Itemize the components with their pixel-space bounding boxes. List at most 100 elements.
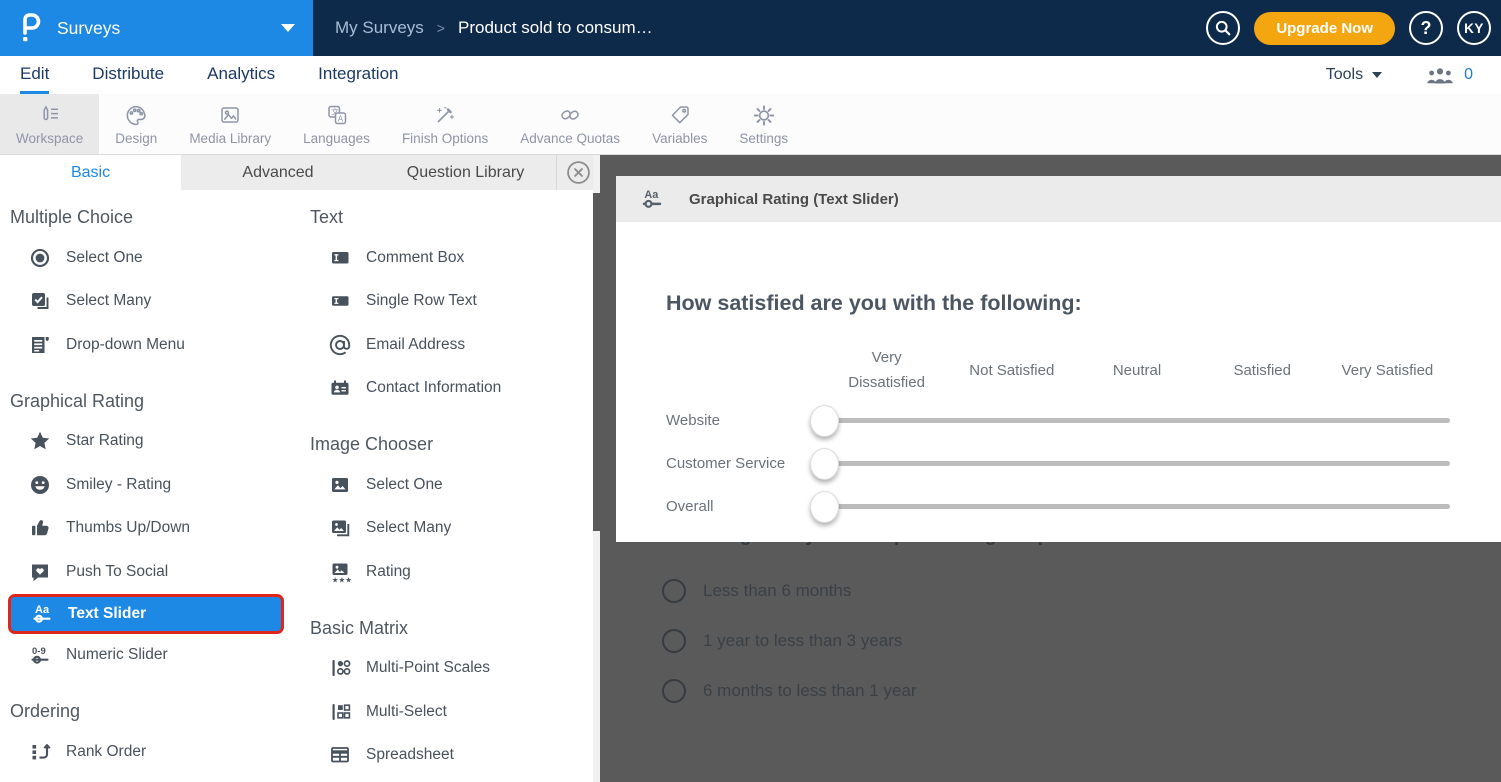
tab-integration[interactable]: Integration (318, 56, 398, 94)
toolbar-item-design[interactable]: Design (99, 94, 173, 154)
toolbar-item-languages[interactable]: 文 A Languages (287, 94, 386, 154)
tab-question-library[interactable]: Question Library (375, 155, 556, 190)
collaborators-button[interactable] (1426, 67, 1454, 84)
tab-advanced[interactable]: Advanced (181, 155, 375, 190)
help-button[interactable]: ? (1409, 11, 1443, 45)
image-select-one-icon (328, 473, 352, 497)
tab-analytics[interactable]: Analytics (207, 56, 275, 94)
section-text: Text Comment Box (310, 207, 583, 410)
slider-track[interactable] (824, 418, 1450, 423)
qtype-select-one[interactable]: Select One (10, 236, 310, 280)
multi-select-icon (328, 700, 352, 724)
dimmed-question-options: Less than 6 months 1 year to less than 3… (662, 566, 1130, 716)
svg-text:★★★: ★★★ (332, 575, 352, 584)
radio-icon (662, 579, 686, 603)
slider-row-customer-service: Customer Service (616, 442, 1501, 485)
workspace-stage: How long have you been purchasing our pr… (600, 155, 1501, 782)
scrollbar-thumb[interactable] (593, 193, 600, 531)
radio-option: 6 months to less than 1 year (662, 666, 1130, 716)
slider-track[interactable] (824, 504, 1450, 509)
tools-dropdown[interactable]: Tools (1326, 66, 1363, 84)
product-switcher[interactable]: Surveys (0, 0, 313, 56)
breadcrumb-my-surveys[interactable]: My Surveys (335, 18, 424, 38)
tab-basic[interactable]: Basic (0, 155, 181, 190)
qtype-comment-box[interactable]: Comment Box (310, 236, 583, 280)
tab-edit[interactable]: Edit (20, 56, 49, 94)
qtype-star-rating[interactable]: Star Rating (10, 420, 310, 464)
people-icon (1426, 67, 1454, 84)
toolbar-item-advance-quotas[interactable]: Advance Quotas (504, 94, 636, 154)
radio-select-one-icon (28, 246, 52, 270)
product-title: Surveys (57, 18, 120, 39)
preview-question-title: How satisfied are you with the following… (666, 290, 1501, 316)
toolbar-item-finish-options[interactable]: Finish Options (386, 94, 504, 154)
qtype-dropdown-menu[interactable]: Drop-down Menu (10, 323, 310, 367)
upgrade-now-button[interactable]: Upgrade Now (1254, 12, 1395, 45)
breadcrumb: My Surveys > Product sold to consum… (335, 0, 653, 56)
collaborators-count: 0 (1464, 66, 1473, 84)
comment-box-icon (328, 246, 352, 270)
toolbar-item-media-library[interactable]: Media Library (173, 94, 287, 154)
dropdown-menu-icon (28, 333, 52, 357)
section-ordering: Ordering Rank Order (10, 701, 310, 774)
slider-handle[interactable] (810, 448, 839, 480)
scale-labels-row: Very Dissatisfied Not Satisfied Neutral … (824, 345, 1450, 395)
qtype-select-many[interactable]: Select Many (10, 280, 310, 324)
tab-distribute[interactable]: Distribute (92, 56, 164, 94)
toolbar-item-variables[interactable]: Variables (636, 94, 723, 154)
qtype-multi-select[interactable]: Multi-Select (310, 690, 583, 734)
thumbs-icon (28, 516, 52, 540)
image-select-many-icon (328, 516, 352, 540)
settings-gear-icon (751, 102, 777, 128)
scale-label: Not Satisfied (949, 345, 1074, 395)
qtype-rank-order[interactable]: Rank Order (10, 730, 310, 774)
qtype-image-select-many[interactable]: Select Many (310, 507, 583, 551)
slider-handle[interactable] (810, 491, 839, 523)
qtype-push-to-social[interactable]: Push To Social (10, 550, 310, 594)
slider[interactable] (824, 442, 1450, 485)
section-image-chooser: Image Chooser Select One (310, 434, 583, 594)
section-multiple-choice: Multiple Choice Select One (10, 207, 310, 367)
contact-card-icon (328, 376, 352, 400)
qtype-image-select-one[interactable]: Select One (310, 463, 583, 507)
qtype-text-slider[interactable]: Aa Text Slider (8, 594, 284, 634)
slider-row-label: Overall (666, 498, 824, 515)
chevron-down-icon[interactable] (1372, 72, 1382, 78)
avatar[interactable]: KY (1457, 11, 1491, 45)
scale-label: Very Dissatisfied (824, 345, 949, 395)
qtype-thumbs-up-down[interactable]: Thumbs Up/Down (10, 507, 310, 551)
svg-text:Aa: Aa (35, 604, 50, 616)
rank-order-icon (28, 740, 52, 764)
advance-quotas-link-icon (557, 102, 583, 128)
chevron-down-icon[interactable] (281, 24, 295, 32)
breadcrumb-current-survey: Product sold to consum… (458, 18, 653, 38)
question-type-panel: Basic Advanced Question Library Multiple… (0, 155, 600, 782)
panel-scrollbar[interactable] (593, 155, 600, 782)
slider-track[interactable] (824, 461, 1450, 466)
edit-toolbar: Workspace Design Media Library (0, 94, 1501, 155)
slider[interactable] (824, 485, 1450, 528)
slider-rows: Website Customer Service (616, 399, 1501, 528)
toolbar-item-settings[interactable]: Settings (723, 94, 804, 154)
slider-row-website: Website (616, 399, 1501, 442)
qtype-single-row-text[interactable]: Single Row Text (310, 280, 583, 324)
nav-row: Edit Distribute Analytics Integration To… (0, 56, 1501, 94)
slider-row-label: Website (666, 412, 824, 429)
main-area: Basic Advanced Question Library Multiple… (0, 155, 1501, 782)
qtype-email-address[interactable]: Email Address (310, 323, 583, 367)
topbar: Surveys My Surveys > Product sold to con… (0, 0, 1501, 56)
spreadsheet-icon (328, 743, 352, 767)
search-button[interactable] (1206, 11, 1240, 45)
slider[interactable] (824, 399, 1450, 442)
qtype-contact-information[interactable]: Contact Information (310, 367, 583, 411)
qtype-multi-point-scales[interactable]: Multi-Point Scales (310, 647, 583, 691)
media-library-icon (217, 102, 243, 128)
slider-handle[interactable] (810, 405, 839, 437)
qtype-smiley-rating[interactable]: Smiley - Rating (10, 463, 310, 507)
qtype-spreadsheet[interactable]: Spreadsheet (310, 734, 583, 778)
qtype-image-rating[interactable]: ★★★ Rating (310, 550, 583, 594)
multi-point-scales-icon (328, 656, 352, 680)
email-at-icon (328, 333, 352, 357)
toolbar-item-workspace[interactable]: Workspace (0, 94, 99, 154)
qtype-numeric-slider[interactable]: 0-9 Numeric Slider (10, 634, 310, 678)
